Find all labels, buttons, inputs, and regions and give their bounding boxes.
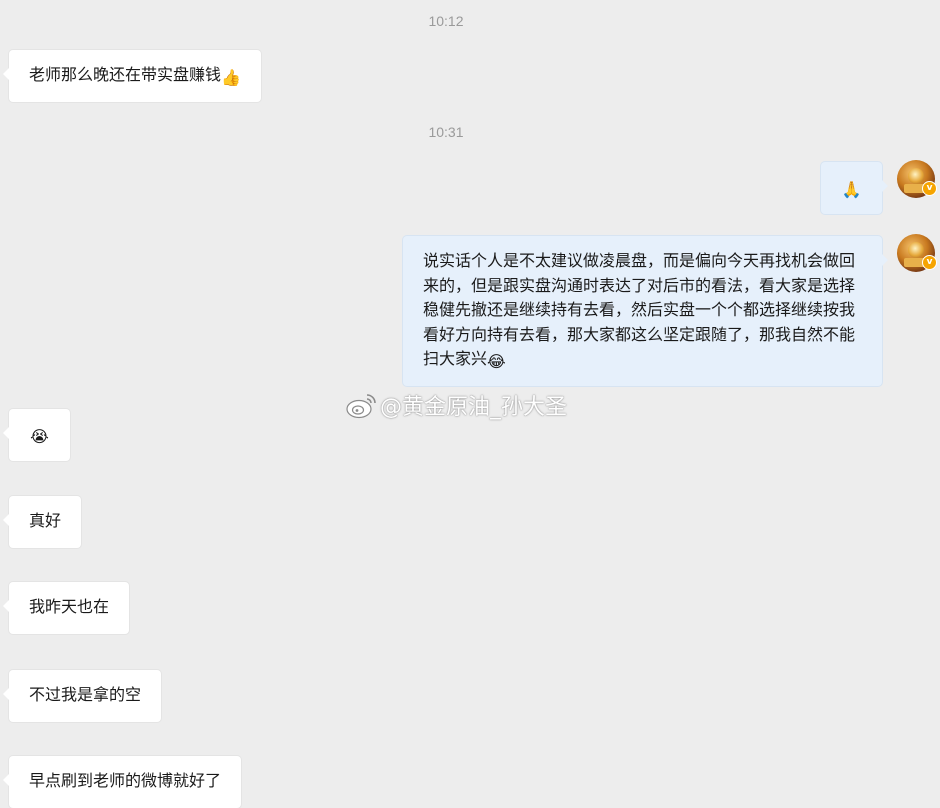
timestamp: 10:31 (428, 124, 464, 140)
message-text: 我昨天也在 (29, 597, 110, 616)
message-bubble[interactable]: 说实话个人是不太建议做凌晨盘，而是偏向今天再找机会做回来的，但是跟实盘沟通时表达… (403, 236, 888, 386)
message-bubble[interactable]: 😭 (3, 409, 70, 461)
message-bubble[interactable]: 我昨天也在 (2, 582, 130, 634)
message-text: 真好 (29, 511, 62, 530)
message-bubble[interactable]: 不过我是拿的空 (2, 670, 162, 722)
watermark-text: @黄金原油_孙大圣 (380, 395, 568, 420)
crying-face-icon: 😭 (30, 427, 49, 446)
weibo-icon (346, 394, 376, 419)
praying-hands-icon: 🙏 (841, 180, 862, 199)
message-text: 不过我是拿的空 (29, 685, 142, 704)
timestamp: 10:12 (428, 13, 464, 29)
avatar[interactable]: v (897, 234, 937, 272)
laughing-face-icon: 😂 (487, 352, 506, 371)
verified-badge-icon: v (922, 255, 937, 270)
watermark: @黄金原油_孙大圣 (344, 388, 567, 422)
message-bubble[interactable]: 早点刷到老师的微博就好了 (2, 756, 242, 808)
avatar[interactable]: v (897, 160, 937, 198)
message-bubble[interactable]: 老师那么晚还在带实盘赚钱👍 (3, 50, 261, 102)
verified-badge-icon: v (922, 181, 937, 196)
message-text: 老师那么晚还在带实盘赚钱 (29, 65, 222, 84)
message-bubble[interactable]: 🙏 (821, 162, 888, 214)
message-bubble[interactable]: 真好 (2, 496, 82, 548)
message-text: 早点刷到老师的微博就好了 (29, 771, 222, 790)
thumbs-up-icon: 👍 (221, 68, 241, 87)
